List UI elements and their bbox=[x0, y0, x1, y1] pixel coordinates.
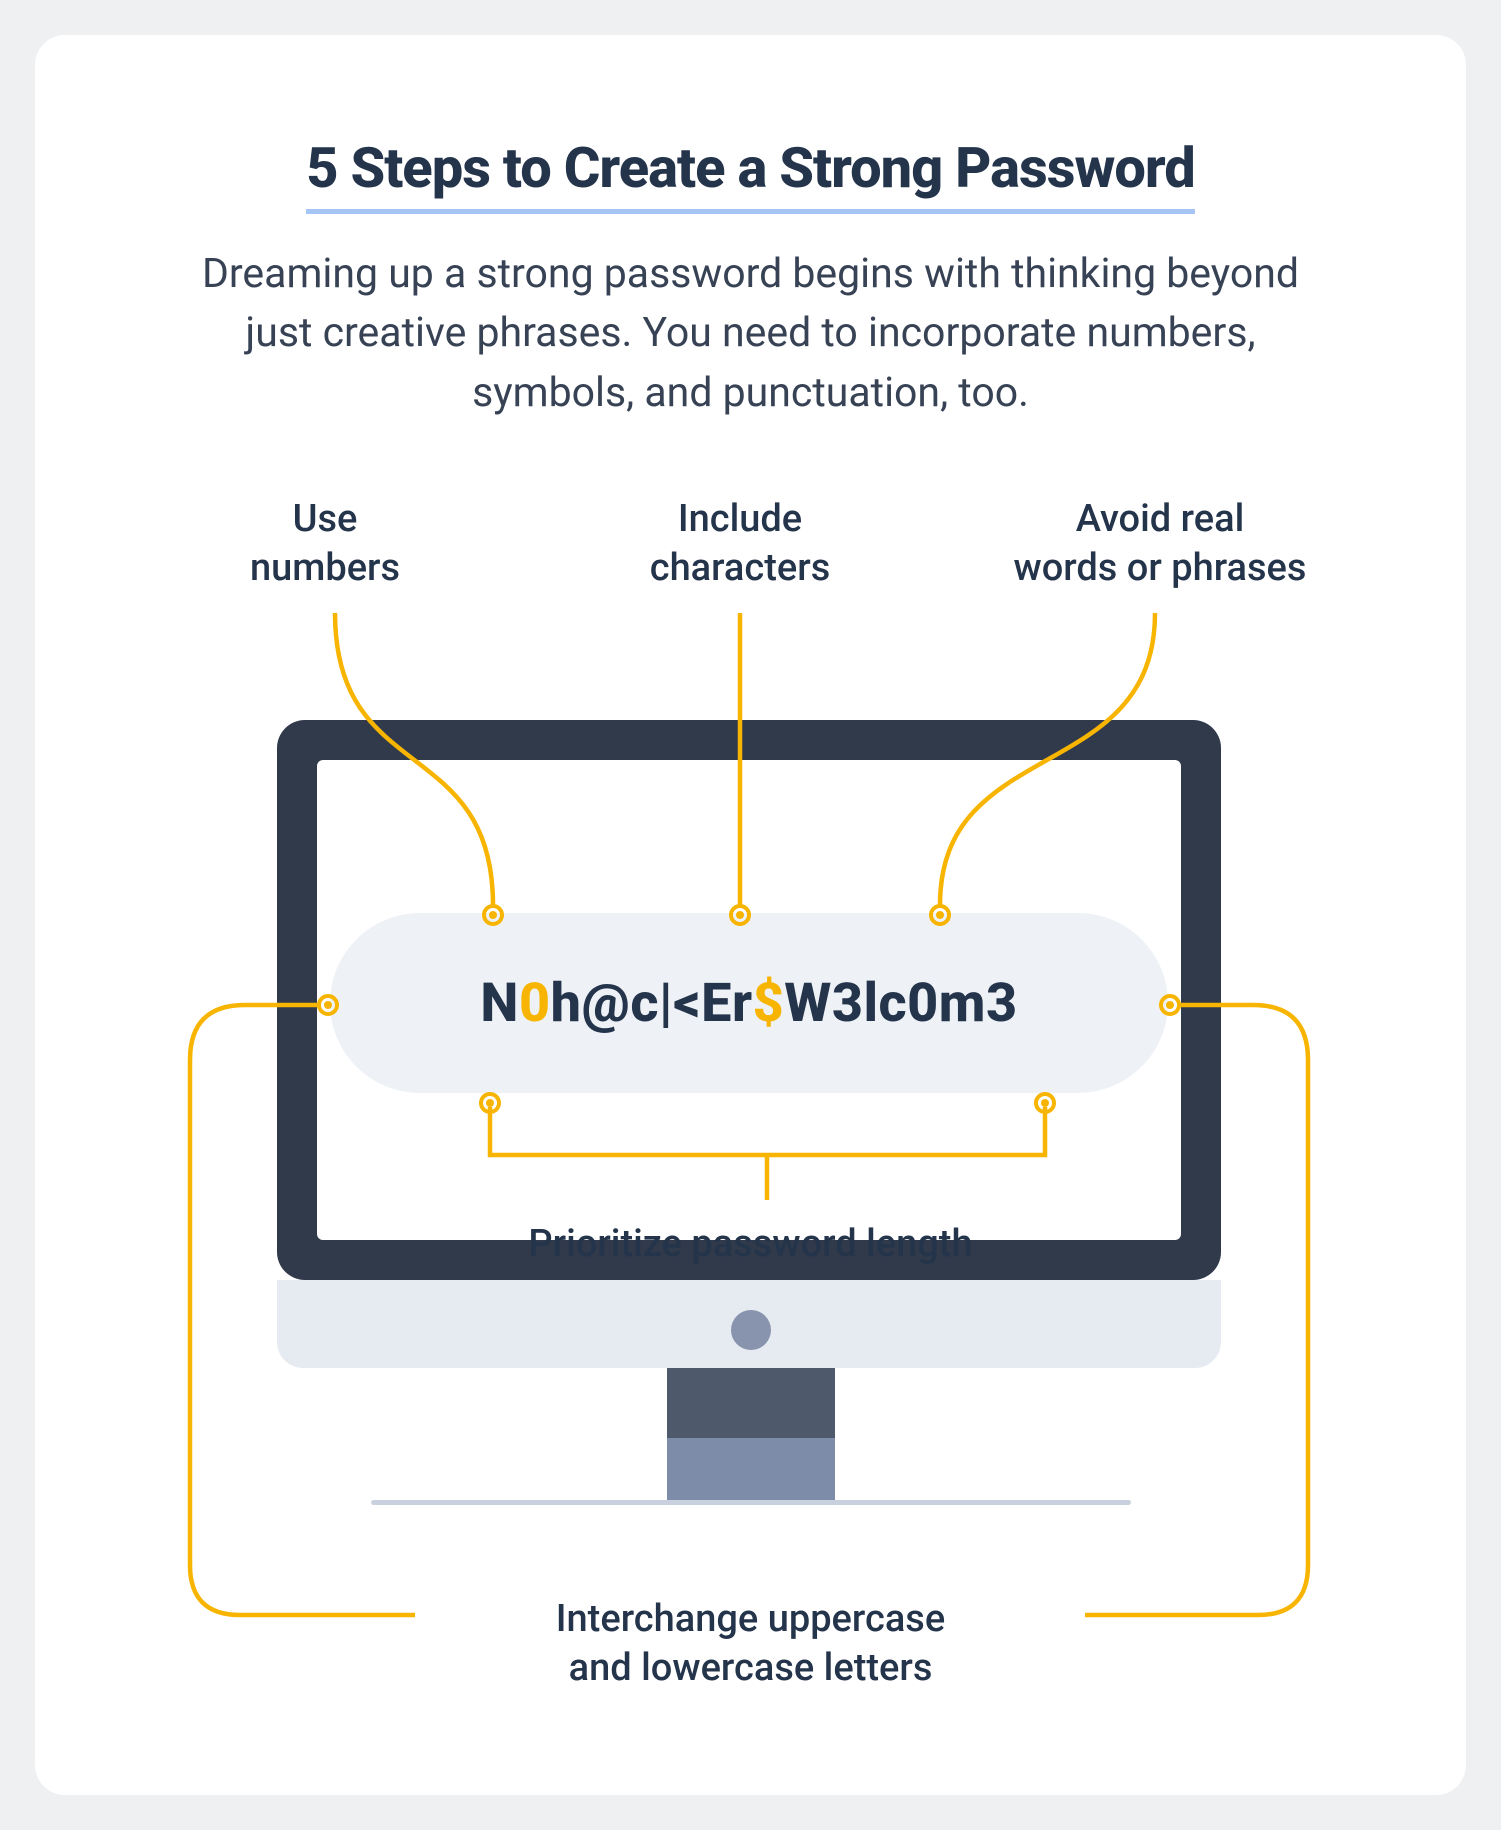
monitor-neck-shadow bbox=[667, 1438, 835, 1500]
callout-line: and lowercase letters bbox=[569, 1646, 933, 1690]
monitor-neck bbox=[667, 1368, 835, 1438]
monitor-base-line bbox=[371, 1500, 1131, 1505]
pw-seg: N bbox=[480, 972, 519, 1035]
callout-line: words or phrases bbox=[1014, 546, 1307, 590]
callout-include-characters: Include characters bbox=[580, 495, 900, 594]
monitor-webcam-icon bbox=[731, 1310, 771, 1350]
callout-line: Interchange uppercase bbox=[556, 1597, 945, 1641]
pw-highlight-symbol: $ bbox=[753, 972, 785, 1035]
callout-line: Avoid real bbox=[1076, 497, 1245, 541]
password-example: N0h@c|<Er$W3lc0m3 bbox=[480, 972, 1017, 1035]
callout-letter-case: Interchange uppercase and lowercase lett… bbox=[35, 1595, 1466, 1694]
pw-highlight-digit: 0 bbox=[519, 972, 551, 1035]
heading-wrap: 5 Steps to Create a Strong Password bbox=[35, 135, 1466, 214]
pw-seg: h@c|<Er bbox=[551, 972, 753, 1035]
pw-seg: W3lc0m3 bbox=[784, 972, 1017, 1035]
infographic-card: 5 Steps to Create a Strong Password Drea… bbox=[35, 35, 1466, 1795]
callout-line: characters bbox=[650, 546, 831, 590]
callout-line: Use bbox=[293, 497, 358, 541]
monitor-illustration bbox=[35, 720, 1466, 1570]
page-title: 5 Steps to Create a Strong Password bbox=[306, 135, 1195, 214]
callout-line: numbers bbox=[250, 546, 400, 590]
callout-avoid-words: Avoid real words or phrases bbox=[995, 495, 1325, 594]
callout-use-numbers: Use numbers bbox=[195, 495, 455, 594]
callout-password-length: Prioritize password length bbox=[35, 1220, 1466, 1269]
password-bubble: N0h@c|<Er$W3lc0m3 bbox=[330, 913, 1168, 1093]
subtitle: Dreaming up a strong password begins wit… bbox=[165, 245, 1336, 423]
callout-line: Include bbox=[678, 497, 802, 541]
page: 5 Steps to Create a Strong Password Drea… bbox=[0, 0, 1501, 1830]
